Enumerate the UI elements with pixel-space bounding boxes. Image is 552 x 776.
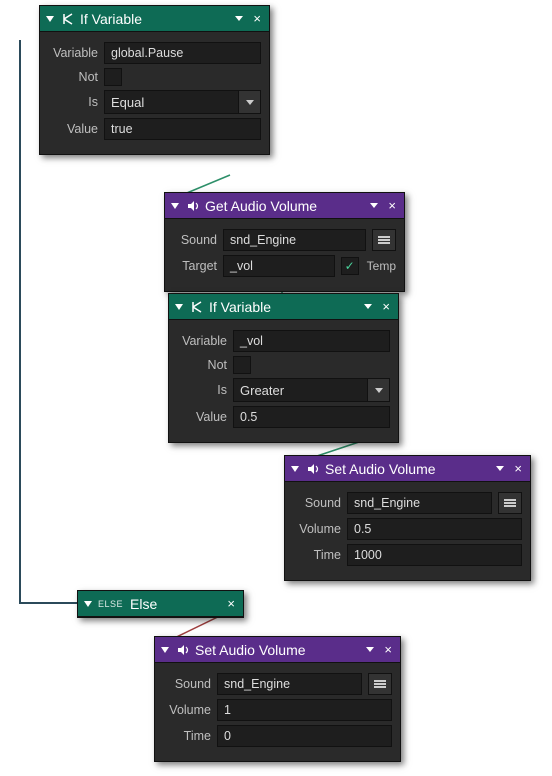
menu-icon[interactable] [370,203,378,208]
branch-icon [60,11,76,27]
label-is: Is [177,383,227,397]
browse-button[interactable] [372,229,396,251]
node-title: Set Audio Volume [325,461,488,477]
browse-button[interactable] [498,492,522,514]
node-header[interactable]: If Variable × [169,294,398,320]
collapse-icon[interactable] [175,304,183,310]
node-header[interactable]: Set Audio Volume × [285,456,530,482]
node-body: Variable global.Pause Not Is Equal Value… [40,32,269,154]
label-target: Target [173,259,217,273]
menu-icon[interactable] [496,466,504,471]
label-is: Is [48,95,98,109]
node-get-audio-volume[interactable]: Get Audio Volume × Sound snd_Engine Targ… [164,192,405,292]
node-else[interactable]: ELSE Else × [77,590,244,618]
close-icon[interactable]: × [380,300,392,313]
not-checkbox[interactable] [233,356,251,374]
volume-input[interactable]: 1 [217,699,392,721]
node-body: Sound snd_Engine Volume 0.5 Time 1000 [285,482,530,580]
node-title: Else [130,596,221,612]
node-if-variable-1[interactable]: If Variable × Variable global.Pause Not … [39,5,270,155]
else-tag: ELSE [98,599,123,609]
collapse-icon[interactable] [84,601,92,607]
collapse-icon[interactable] [46,16,54,22]
close-icon[interactable]: × [386,199,398,212]
label-volume: Volume [293,522,341,536]
browse-button[interactable] [368,673,392,695]
label-sound: Sound [293,496,341,510]
node-title: If Variable [80,11,227,27]
temp-checkbox[interactable] [341,257,359,275]
label-sound: Sound [173,233,217,247]
node-header[interactable]: Get Audio Volume × [165,193,404,219]
node-title: If Variable [209,299,356,315]
node-set-audio-volume-1[interactable]: Set Audio Volume × Sound snd_Engine Volu… [284,455,531,581]
time-input[interactable]: 0 [217,725,392,747]
volume-input[interactable]: 0.5 [347,518,522,540]
label-sound: Sound [163,677,211,691]
audio-icon [305,461,321,477]
variable-input[interactable]: _vol [233,330,390,352]
label-variable: Variable [48,46,98,60]
menu-icon[interactable] [366,647,374,652]
sound-input[interactable]: snd_Engine [223,229,366,251]
target-input[interactable]: _vol [223,255,335,277]
close-icon[interactable]: × [251,12,263,25]
node-if-variable-2[interactable]: If Variable × Variable _vol Not Is Great… [168,293,399,443]
close-icon[interactable]: × [225,597,237,610]
node-body: Sound snd_Engine Volume 1 Time 0 [155,663,400,761]
close-icon[interactable]: × [512,462,524,475]
branch-icon [189,299,205,315]
chevron-down-icon[interactable] [367,379,389,401]
label-not: Not [177,358,227,372]
node-header[interactable]: If Variable × [40,6,269,32]
time-input[interactable]: 1000 [347,544,522,566]
variable-input[interactable]: global.Pause [104,42,261,64]
audio-icon [185,198,201,214]
menu-icon[interactable] [364,304,372,309]
collapse-icon[interactable] [171,203,179,209]
label-value: Value [177,410,227,424]
label-not: Not [48,70,98,84]
menu-icon[interactable] [235,16,243,21]
label-temp: Temp [367,259,396,273]
collapse-icon[interactable] [161,647,169,653]
node-title: Set Audio Volume [195,642,358,658]
sound-input[interactable]: snd_Engine [217,673,362,695]
value-input[interactable]: 0.5 [233,406,390,428]
label-time: Time [293,548,341,562]
chevron-down-icon[interactable] [238,91,260,113]
label-volume: Volume [163,703,211,717]
node-set-audio-volume-2[interactable]: Set Audio Volume × Sound snd_Engine Volu… [154,636,401,762]
node-title: Get Audio Volume [205,198,362,214]
close-icon[interactable]: × [382,643,394,656]
node-body: Variable _vol Not Is Greater Value 0.5 [169,320,398,442]
node-body: Sound snd_Engine Target _vol Temp [165,219,404,291]
label-time: Time [163,729,211,743]
not-checkbox[interactable] [104,68,122,86]
sound-input[interactable]: snd_Engine [347,492,492,514]
label-variable: Variable [177,334,227,348]
node-header[interactable]: Set Audio Volume × [155,637,400,663]
node-header[interactable]: ELSE Else × [78,591,243,617]
value-input[interactable]: true [104,118,261,140]
audio-icon [175,642,191,658]
label-value: Value [48,122,98,136]
collapse-icon[interactable] [291,466,299,472]
is-select[interactable]: Greater [233,378,390,402]
is-select[interactable]: Equal [104,90,261,114]
